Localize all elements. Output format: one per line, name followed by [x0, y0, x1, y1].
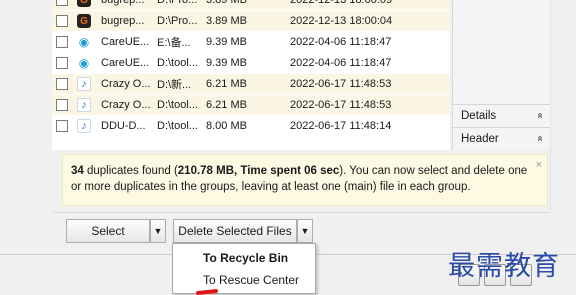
file-name: CareUE...	[101, 36, 150, 48]
file-size: 9.39 MB	[206, 36, 247, 48]
file-row[interactable]: ♪ Crazy O... D:\新... 6.21 MB 2022-06-17 11:4…	[52, 74, 450, 94]
row-checkbox[interactable]	[56, 36, 68, 48]
info-summary: 210.78 MB, Time spent 06 sec	[177, 165, 340, 177]
file-row[interactable]: ♪ Crazy O... D:\tool... 6.21 MB 2022-06-17 1…	[52, 95, 450, 115]
file-date: 2022-06-17 11:48:53	[290, 78, 392, 90]
row-checkbox[interactable]	[56, 15, 68, 27]
select-dropdown-arrow[interactable]: ▼	[150, 219, 166, 243]
file-date: 2022-04-06 11:18:47	[290, 36, 392, 48]
delete-dropdown-arrow[interactable]: ▼	[297, 219, 313, 243]
file-name: Crazy O...	[101, 78, 151, 90]
results-info-box: 34 duplicates found (210.78 MB, Time spe…	[62, 154, 548, 206]
info-text-1: duplicates found (	[83, 165, 178, 177]
duplicate-count: 34	[71, 165, 84, 177]
row-checkbox[interactable]	[56, 120, 68, 132]
file-size: 3.89 MB	[206, 0, 247, 6]
file-size: 3.89 MB	[206, 15, 247, 27]
row-checkbox[interactable]	[56, 78, 68, 90]
duplicates-file-list: Gbugrep... D:\Pro... 3.89 MB 2022-12-13 18:…	[52, 0, 450, 150]
file-name: bugrep...	[101, 15, 145, 27]
file-row[interactable]: ◉ CareUE... E:\备... 9.39 MB 2022-04-06 11:18…	[52, 32, 450, 52]
file-size: 6.21 MB	[206, 78, 247, 90]
file-date: 2022-06-17 11:48:14	[290, 120, 392, 132]
chevron-up-icon: »	[534, 112, 546, 119]
file-name: CareUE...	[101, 57, 150, 69]
menu-item-to-recycle-bin[interactable]: To Recycle Bin	[173, 248, 315, 268]
file-path: D:\Pro...	[157, 15, 198, 27]
file-row[interactable]: ♪ DDU-D... D:\tool... 8.00 MB 2022-06-17 11:…	[52, 116, 450, 136]
music-note-icon: ♪	[77, 119, 91, 133]
file-path: D:\Pro...	[157, 0, 198, 6]
file-name: DDU-D...	[101, 120, 146, 132]
file-date: 2022-04-06 11:18:47	[290, 57, 392, 69]
file-size: 6.21 MB	[206, 99, 247, 111]
file-path: E:\备...	[157, 37, 191, 49]
delete-selected-files-button[interactable]: Delete Selected Files	[173, 219, 297, 243]
header-label: Header	[461, 132, 499, 145]
file-path: D:\tool...	[157, 57, 198, 69]
music-note-icon: ♪	[77, 77, 91, 91]
bugreport-app-icon: G	[77, 0, 91, 7]
details-section-toggle[interactable]: Details »	[453, 104, 551, 126]
music-note-icon: ♪	[77, 98, 91, 112]
vertical-scrollbar[interactable]	[550, 0, 576, 212]
side-panel: Details » Header »	[452, 0, 551, 150]
file-date: 2022-06-17 11:48:53	[290, 99, 392, 111]
file-path: D:\tool...	[157, 99, 198, 111]
file-path: D:\新...	[157, 79, 192, 91]
file-row[interactable]: Gbugrep... D:\Pro... 3.89 MB 2022-12-13 18:…	[52, 0, 450, 10]
red-annotation-mark	[195, 288, 219, 295]
file-row[interactable]: Gbugrep... D:\Pro... 3.89 MB 2022-12-13 18:…	[52, 11, 450, 31]
menu-item-to-rescue-center[interactable]: To Rescue Center	[173, 270, 315, 290]
watermark-logo: 最需教育	[448, 251, 560, 282]
file-path: D:\tool...	[157, 120, 198, 132]
file-date: 2022-12-13 18:00:04	[290, 15, 393, 27]
file-date: 2022-12-13 18:00:09	[290, 0, 393, 6]
file-size: 8.00 MB	[206, 120, 247, 132]
select-button[interactable]: Select	[66, 219, 150, 243]
header-section-toggle[interactable]: Header »	[453, 127, 551, 149]
close-icon[interactable]: ×	[536, 157, 542, 173]
file-name: Crazy O...	[101, 99, 151, 111]
chevron-up-icon: »	[534, 135, 546, 142]
bugreport-app-icon: G	[77, 14, 91, 28]
file-row[interactable]: ◉ CareUE... D:\tool... 9.39 MB 2022-04-06 11…	[52, 53, 450, 73]
row-checkbox[interactable]	[56, 57, 68, 69]
details-label: Details	[461, 109, 497, 122]
eye-icon: ◉	[78, 56, 90, 70]
file-name: bugrep...	[101, 0, 145, 6]
row-checkbox[interactable]	[56, 99, 68, 111]
row-checkbox[interactable]	[56, 0, 68, 6]
delete-options-menu: To Recycle Bin To Rescue Center	[172, 243, 316, 294]
eye-icon: ◉	[78, 35, 90, 49]
file-size: 9.39 MB	[206, 57, 247, 69]
